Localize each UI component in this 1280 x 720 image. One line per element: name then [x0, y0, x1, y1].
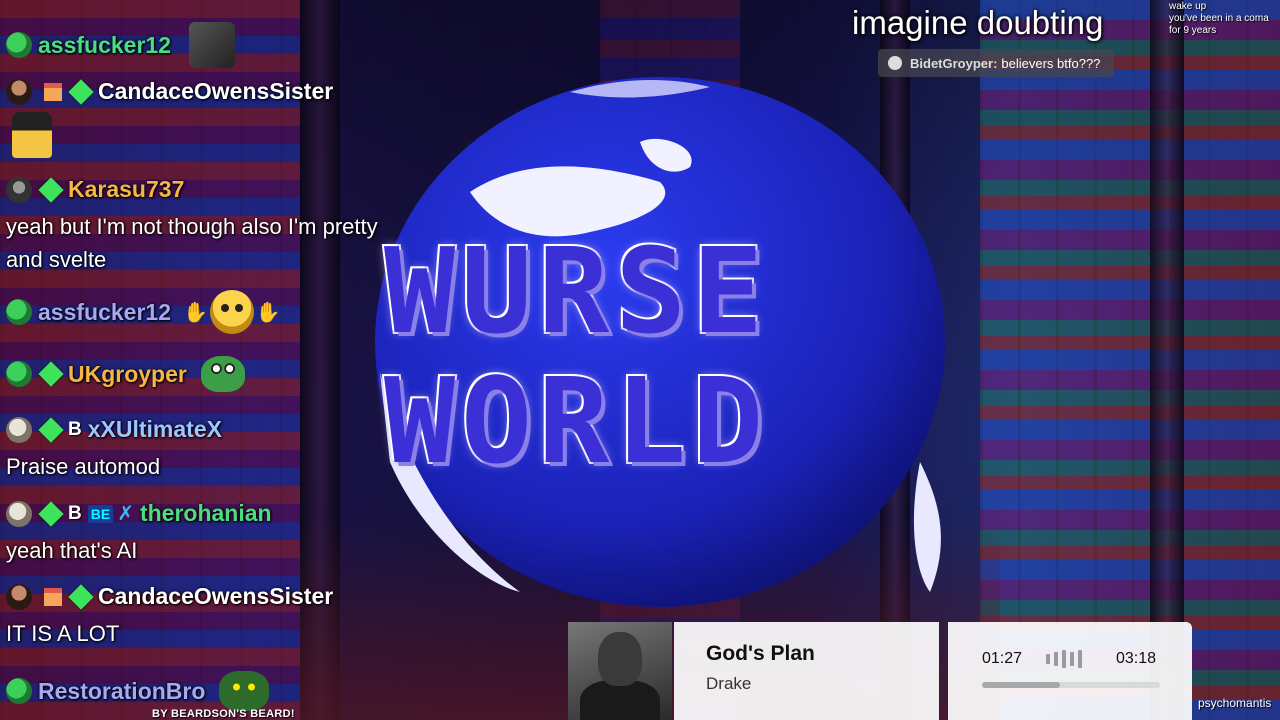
alert-headline: imagine doubting — [852, 4, 1104, 41]
chat-message: assfucker12 ✋ ✋ — [6, 290, 283, 334]
subscriber-badge-icon — [38, 416, 64, 443]
avatar — [6, 678, 32, 704]
now-playing-progress-panel — [948, 622, 1192, 720]
avatar — [6, 361, 32, 387]
hand-icon: ✋ — [183, 301, 208, 324]
track-title: God's Plan — [706, 642, 815, 665]
track-artist: Drake — [706, 674, 752, 693]
chat-username: assfucker12 — [38, 31, 171, 58]
avatar — [6, 299, 32, 325]
emote-caption: BY BEARDSON'S BEARD! — [152, 708, 295, 720]
smiley-emote-icon — [209, 290, 254, 334]
notice-line: you've been in a coma — [1169, 13, 1269, 24]
user-icon — [888, 56, 902, 70]
chat-message: assfucker12 — [6, 22, 235, 68]
gift-badge-icon — [44, 587, 62, 606]
chat-username: UKgroyper — [68, 360, 187, 387]
chat-message: CandaceOwensSister — [6, 78, 333, 105]
chat-message: Karasu737 — [6, 176, 184, 203]
album-art — [568, 622, 672, 720]
avatar — [6, 500, 32, 527]
emote-icon — [189, 22, 235, 68]
chat-overlay: assfucker12 CandaceOwensSister Karasu737… — [0, 0, 400, 720]
chat-message: RestorationBro — [6, 671, 270, 711]
subscriber-badge-icon — [68, 583, 94, 610]
notice-line: wake up — [1169, 1, 1207, 12]
monster-emote-icon — [219, 671, 270, 711]
tag-badge: BE — [87, 504, 114, 523]
album-art-figure — [580, 680, 660, 720]
album-art-head — [598, 632, 642, 686]
avatar — [6, 416, 32, 443]
b-badge-icon: B — [68, 502, 82, 524]
subscriber-badge-icon — [68, 78, 94, 105]
watermark: psychomantis — [1198, 696, 1272, 710]
now-playing-info — [674, 622, 939, 720]
current-time: 01:27 — [982, 650, 1023, 667]
equalizer-icon — [1046, 650, 1082, 668]
tts-text: believers btfo??? — [1001, 55, 1101, 71]
chat-text: yeah that's AI — [6, 538, 138, 563]
chat-message: CandaceOwensSister — [6, 583, 333, 610]
avatar — [6, 176, 32, 203]
hand-icon: ✋ — [255, 301, 281, 324]
pepe-emote-icon — [200, 356, 245, 392]
avatar — [6, 32, 32, 58]
notice-text: wake up you've been in a coma for 9 year… — [1169, 1, 1279, 37]
tts-message: BidetGroyper: believers btfo??? — [878, 49, 1115, 77]
avatar — [6, 583, 32, 610]
b-badge-icon: B — [68, 418, 82, 440]
subscriber-badge-icon — [38, 176, 64, 203]
chat-username: therohanian — [139, 500, 272, 526]
logo-line-2: WORLD — [382, 350, 770, 492]
chat-username: assfucker12 — [38, 298, 171, 325]
sword-icon: ✗ — [117, 503, 134, 525]
progress-fill — [982, 682, 1061, 688]
chat-text: IT IS A LOT — [6, 621, 120, 646]
chat-username: CandaceOwensSister — [98, 78, 334, 104]
avatar — [6, 78, 32, 105]
subscriber-badge-icon — [38, 361, 64, 387]
chat-message: B BE ✗ therohanian — [6, 500, 272, 527]
chat-username: CandaceOwensSister — [98, 583, 334, 609]
progress-bar — [982, 682, 1160, 688]
tts-username: BidetGroyper: — [910, 55, 998, 71]
notice-line: for 9 years — [1169, 25, 1217, 36]
chat-username: Karasu737 — [68, 176, 185, 202]
sticker-emote-icon — [12, 112, 52, 158]
chat-text: yeah but I'm not though also I'm pretty … — [6, 214, 378, 272]
chat-message: B xXUltimateX — [6, 416, 222, 443]
chat-text: Praise automod — [6, 454, 161, 479]
chat-username: RestorationBro — [38, 677, 206, 704]
chat-username: xXUltimateX — [87, 416, 222, 442]
subscriber-badge-icon — [38, 500, 64, 527]
chat-message: UKgroyper — [6, 356, 245, 392]
gift-badge-icon — [44, 82, 62, 101]
logo-line-1: WURSE — [382, 220, 770, 362]
track-duration: 03:18 — [1116, 650, 1157, 667]
